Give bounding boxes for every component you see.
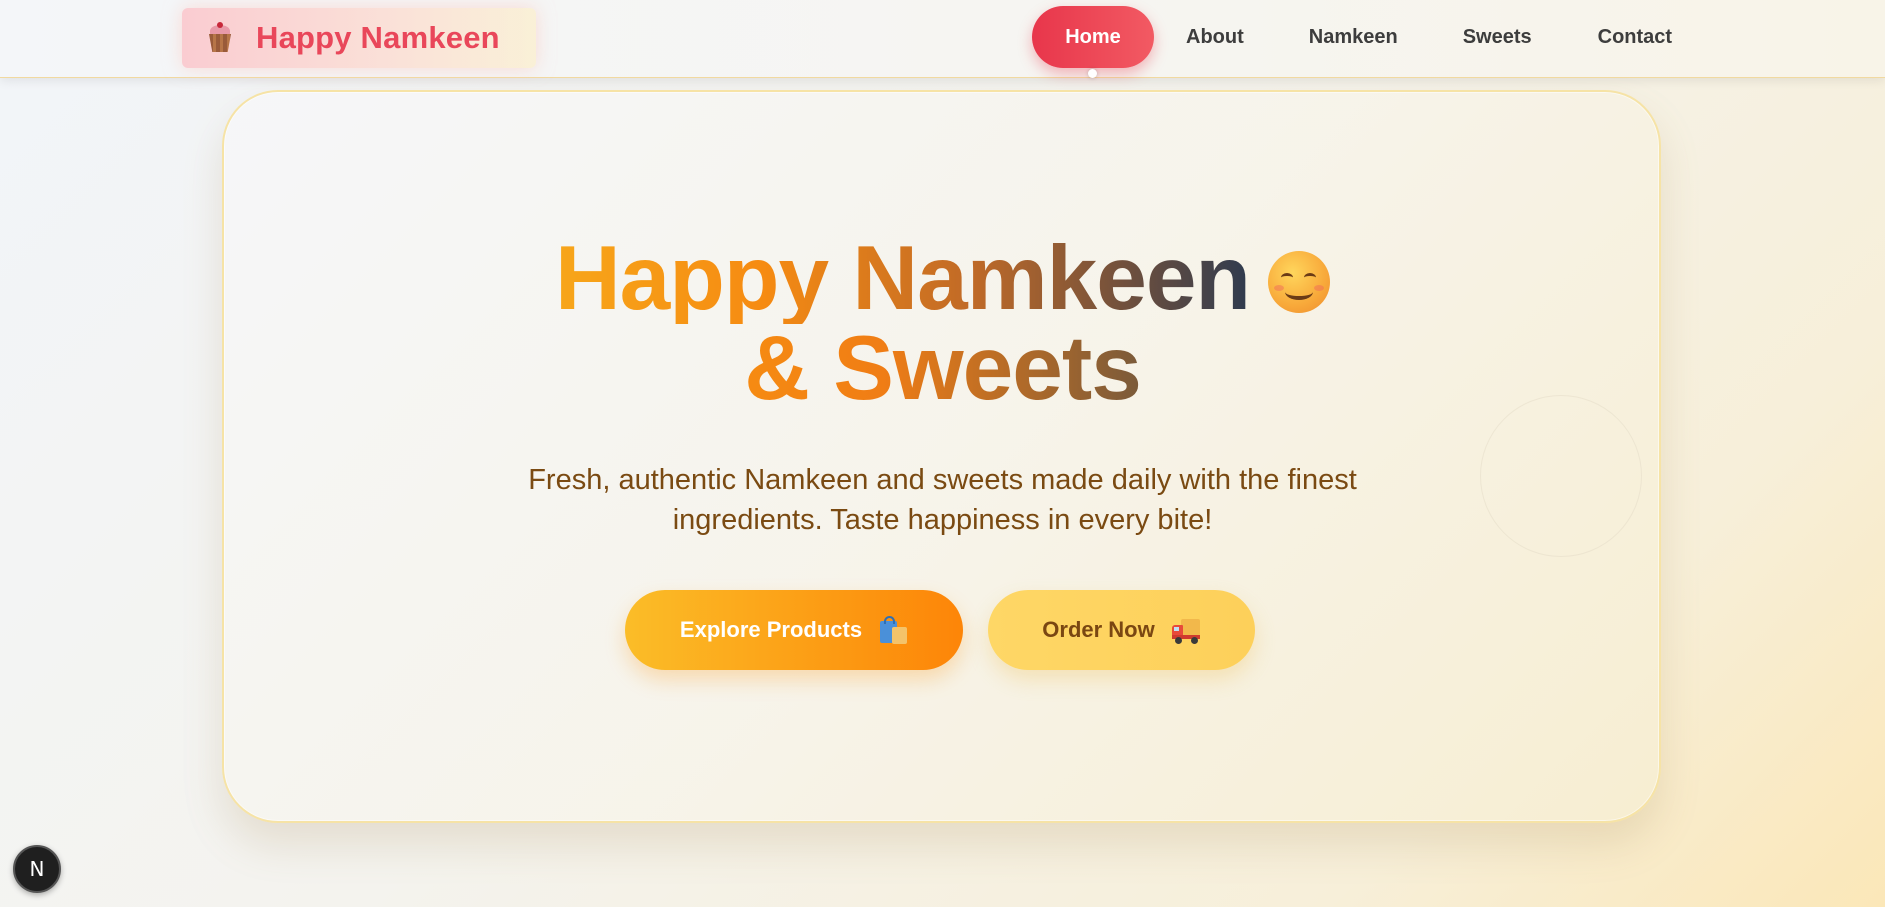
brand-name: Happy Namkeen — [256, 20, 500, 55]
hero-title-line1: Happy Namkeen — [554, 228, 1251, 329]
explore-products-label: Explore Products — [679, 617, 863, 642]
brand-logo-link[interactable]: Happy Namkeen — [182, 8, 536, 68]
hero-card — [222, 90, 1661, 823]
nav-link-home[interactable]: Home — [1032, 6, 1154, 78]
order-now-label: Order Now — [1042, 617, 1155, 642]
nav-link-home-label: Home — [1065, 25, 1121, 48]
top-navbar: Happy Namkeen Home About Namkeen Sweets … — [0, 0, 1885, 78]
nav-link-namkeen[interactable]: Namkeen — [1309, 26, 1398, 49]
dev-badge-label: N — [29, 857, 45, 881]
hero-subtitle: Fresh, authentic Namkeen and sweets made… — [0, 460, 1885, 540]
order-now-button[interactable]: Order Now — [988, 590, 1255, 670]
delivery-truck-icon — [1171, 615, 1201, 645]
cupcake-icon — [206, 22, 234, 54]
nextjs-icon[interactable]: N — [13, 845, 61, 893]
smiling-face-icon — [1268, 251, 1331, 313]
main-nav: Home About Namkeen Sweets Contact — [1032, 6, 1672, 78]
hero-subtitle-line1: Fresh, authentic Namkeen and sweets made… — [528, 464, 1357, 496]
explore-products-button[interactable]: Explore Products — [625, 590, 963, 670]
shopping-bags-icon — [878, 615, 908, 645]
nav-link-about[interactable]: About — [1186, 26, 1244, 49]
nav-link-sweets[interactable]: Sweets — [1463, 26, 1532, 49]
nav-link-contact[interactable]: Contact — [1598, 26, 1672, 49]
active-indicator-dot — [1088, 69, 1097, 78]
hero-title-line2: & Sweets — [744, 318, 1142, 419]
hero-subtitle-line2: ingredients. Taste happiness in every bi… — [672, 504, 1213, 536]
hero-title: Happy Namkeen & Sweets — [0, 228, 1885, 419]
